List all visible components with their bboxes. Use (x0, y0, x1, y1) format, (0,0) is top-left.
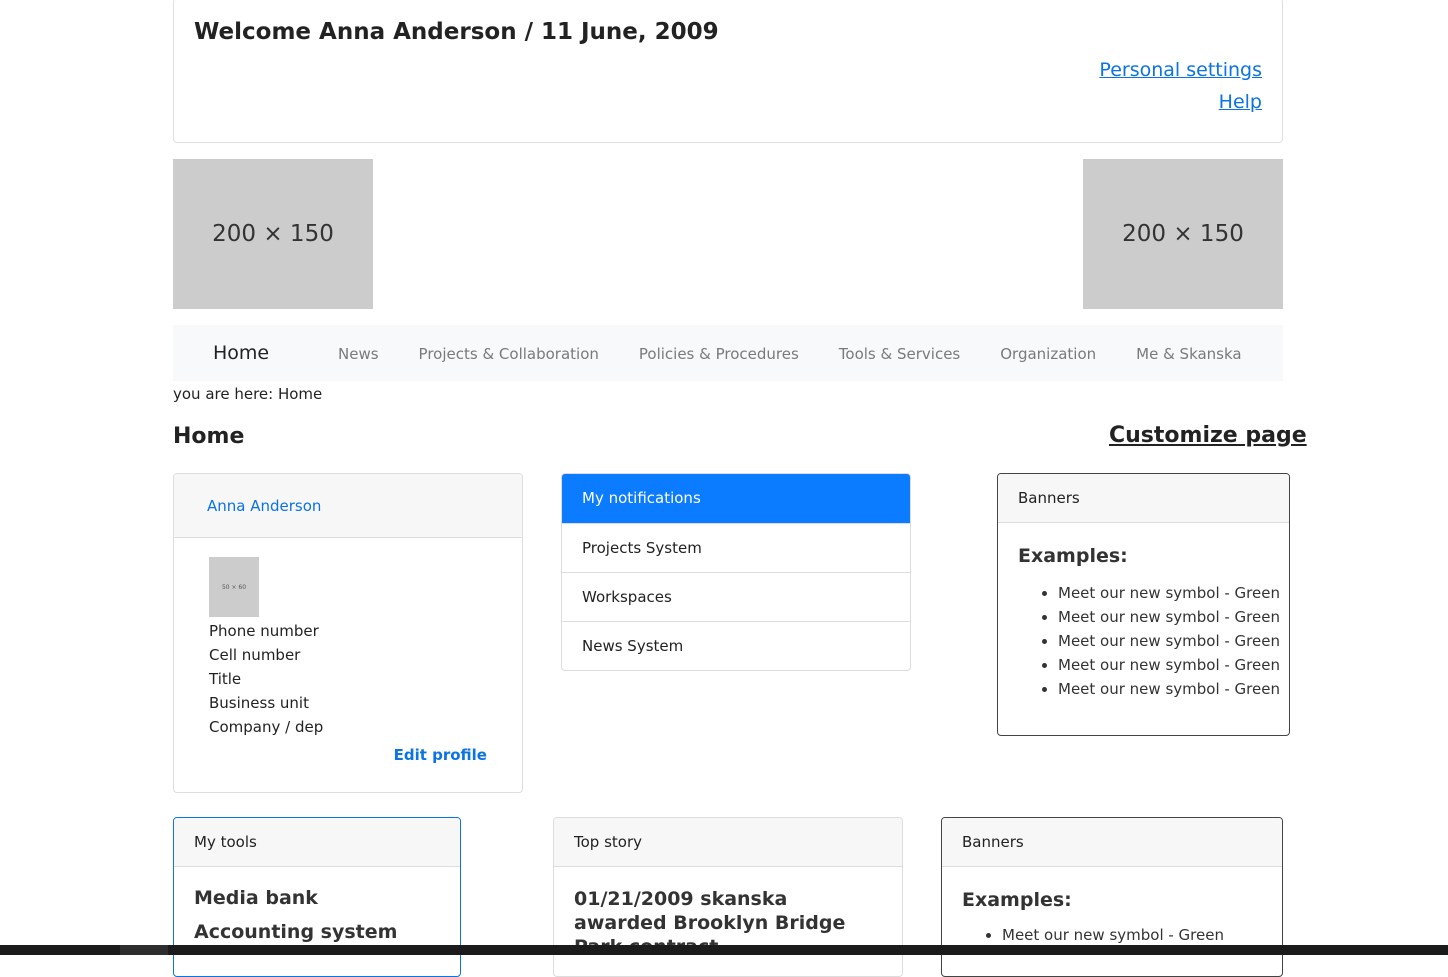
banner-item[interactable]: Meet our new symbol - Green (1058, 677, 1280, 701)
banners-list: Meet our new symbol - Green Meet our new… (1018, 581, 1280, 701)
banners-title: Examples: (1018, 545, 1128, 567)
notification-item-workspaces[interactable]: Workspaces (562, 572, 910, 621)
banners-title-2: Examples: (962, 889, 1072, 911)
main-navbar: Home News Projects & Collaboration Polic… (173, 325, 1283, 381)
profile-field-company: Company / dep (209, 718, 324, 736)
nav-item-news[interactable]: News (338, 345, 379, 363)
tool-item-accounting-system[interactable]: Accounting system (194, 921, 440, 943)
edit-profile-link[interactable]: Edit profile (394, 746, 487, 764)
profile-name-link[interactable]: Anna Anderson (174, 474, 522, 538)
profile-card: Anna Anderson 50 × 60 Phone number Cell … (173, 473, 523, 793)
profile-field-title: Title (209, 670, 242, 688)
notification-item-news-system[interactable]: News System (562, 621, 910, 670)
notifications-header[interactable]: My notifications (562, 474, 910, 523)
welcome-title: Welcome Anna Anderson / 11 June, 2009 (194, 19, 719, 45)
banners-header-2: Banners (942, 818, 1282, 867)
banners-list-2: Meet our new symbol - Green (962, 923, 1262, 947)
avatar: 50 × 60 (209, 557, 259, 617)
page-title: Home (173, 424, 245, 449)
nav-item-projects-collaboration[interactable]: Projects & Collaboration (419, 345, 599, 363)
banners-card: Banners Examples: Meet our new symbol - … (997, 473, 1290, 736)
nav-item-organization[interactable]: Organization (1000, 345, 1096, 363)
profile-field-cell: Cell number (209, 646, 301, 664)
tool-item-media-bank[interactable]: Media bank (194, 887, 440, 909)
banner-item[interactable]: Meet our new symbol - Green (1058, 581, 1280, 605)
notification-item-projects-system[interactable]: Projects System (562, 523, 910, 572)
profile-field-phone: Phone number (209, 622, 319, 640)
nav-item-policies-procedures[interactable]: Policies & Procedures (639, 345, 799, 363)
banners-header: Banners (998, 474, 1289, 523)
banner-item[interactable]: Meet our new symbol - Green (1058, 605, 1280, 629)
profile-fields: Phone number Cell number Title Business … (209, 619, 323, 739)
notifications-list: My notifications Projects System Workspa… (561, 473, 911, 671)
taskbar-segment (120, 945, 168, 955)
nav-item-tools-services[interactable]: Tools & Services (839, 345, 960, 363)
banner-image-right: 200 × 150 (1083, 159, 1283, 309)
taskbar (0, 945, 1448, 955)
banner-item[interactable]: Meet our new symbol - Green (1058, 653, 1280, 677)
banner-item[interactable]: Meet our new symbol - Green (1002, 923, 1262, 947)
help-link[interactable]: Help (1219, 91, 1262, 113)
nav-home[interactable]: Home (213, 342, 269, 364)
banner-item[interactable]: Meet our new symbol - Green (1058, 629, 1280, 653)
top-story-header: Top story (554, 818, 902, 867)
nav-list: News Projects & Collaboration Policies &… (338, 345, 1242, 363)
customize-page-link[interactable]: Customize page (1109, 423, 1307, 448)
banner-image-left: 200 × 150 (173, 159, 373, 309)
profile-field-business-unit: Business unit (209, 694, 309, 712)
welcome-card: Welcome Anna Anderson / 11 June, 2009 Pe… (173, 0, 1283, 143)
personal-settings-link[interactable]: Personal settings (1099, 59, 1262, 81)
my-tools-header: My tools (174, 818, 460, 867)
breadcrumb: you are here: Home (173, 385, 323, 403)
nav-item-me-skanska[interactable]: Me & Skanska (1136, 345, 1241, 363)
